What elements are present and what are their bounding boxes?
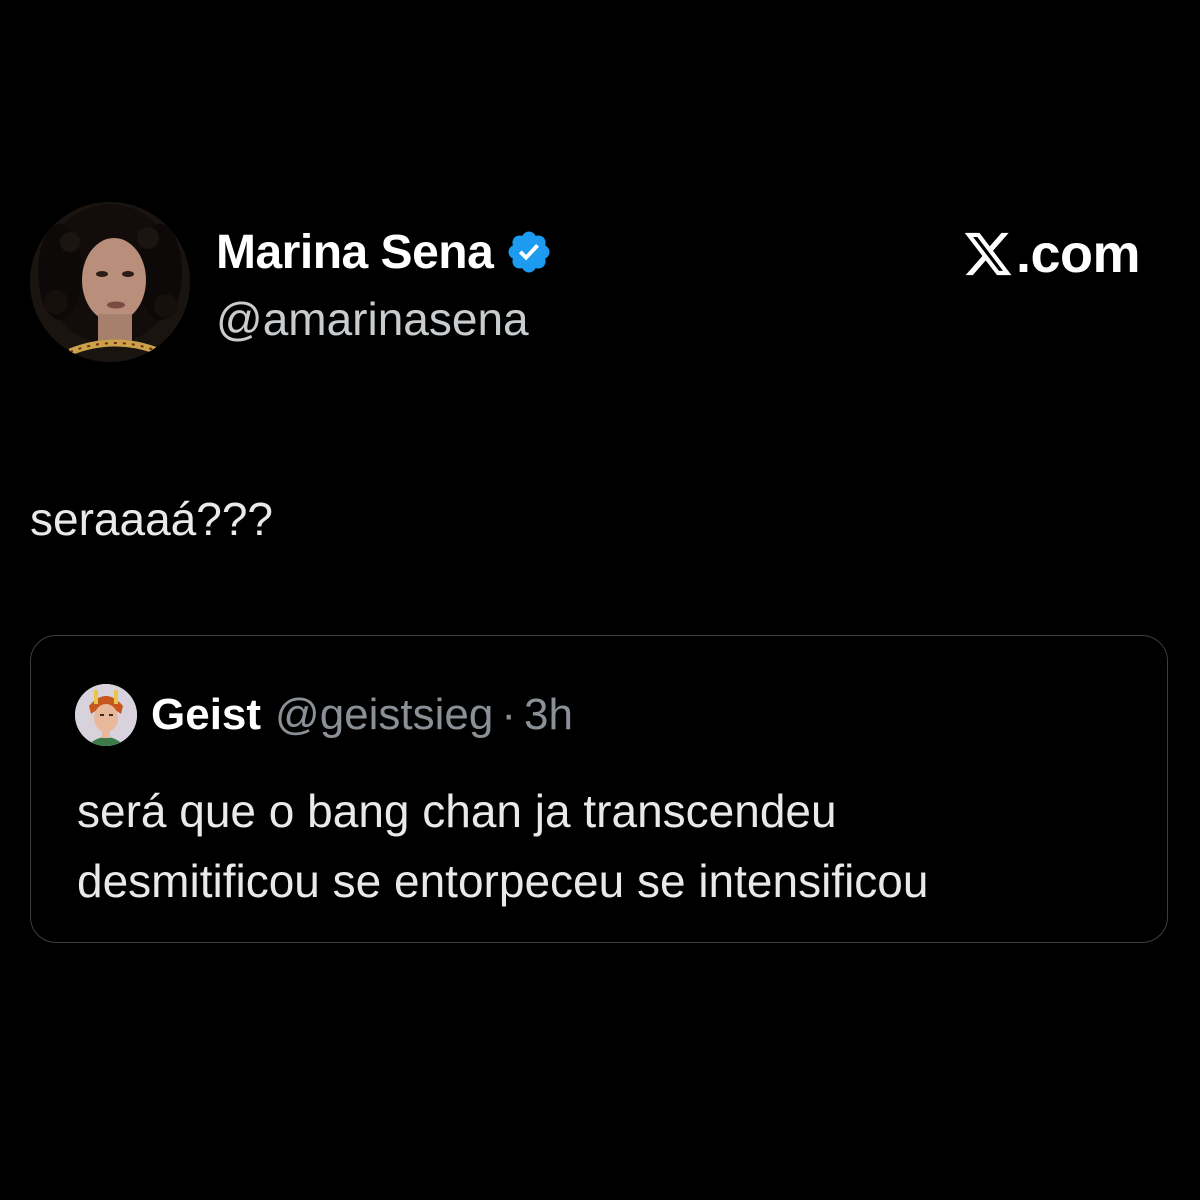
verified-badge-icon (505, 228, 553, 276)
brand-text: .com (1015, 224, 1141, 284)
profile-photo-avatar-icon (30, 202, 190, 362)
x-logo-icon (962, 228, 1014, 280)
post-text: seraaaá??? (30, 493, 273, 545)
author-avatar[interactable] (30, 202, 190, 362)
author-handle[interactable]: @amarinasena (216, 292, 529, 346)
post-screenshot: Marina Sena @amarinasena .com seraaaá??? (0, 0, 1200, 1200)
author-name-row: Marina Sena (216, 222, 553, 282)
quoted-author-name[interactable]: Geist (151, 690, 261, 740)
quoted-text-line: desmitificou se entorpeceu se intensific… (77, 855, 929, 907)
quoted-post-text: será que o bang chan ja transcendeu desm… (77, 776, 1137, 916)
anime-character-avatar-icon (75, 684, 137, 746)
quoted-author-avatar[interactable] (75, 684, 137, 746)
quoted-post-timestamp[interactable]: 3h (524, 690, 573, 740)
quoted-post-card[interactable]: Geist @geistsieg · 3h será que o bang ch… (30, 635, 1168, 943)
post-header: Marina Sena @amarinasena .com (30, 200, 1170, 365)
author-name[interactable]: Marina Sena (216, 225, 494, 280)
meta-separator: · (501, 690, 517, 739)
quoted-author-handle[interactable]: @geistsieg (275, 690, 493, 740)
quoted-text-line: será que o bang chan ja transcendeu (77, 785, 837, 837)
x-com-brand: .com (962, 224, 1141, 284)
quoted-post-header: Geist @geistsieg · 3h (75, 684, 573, 746)
